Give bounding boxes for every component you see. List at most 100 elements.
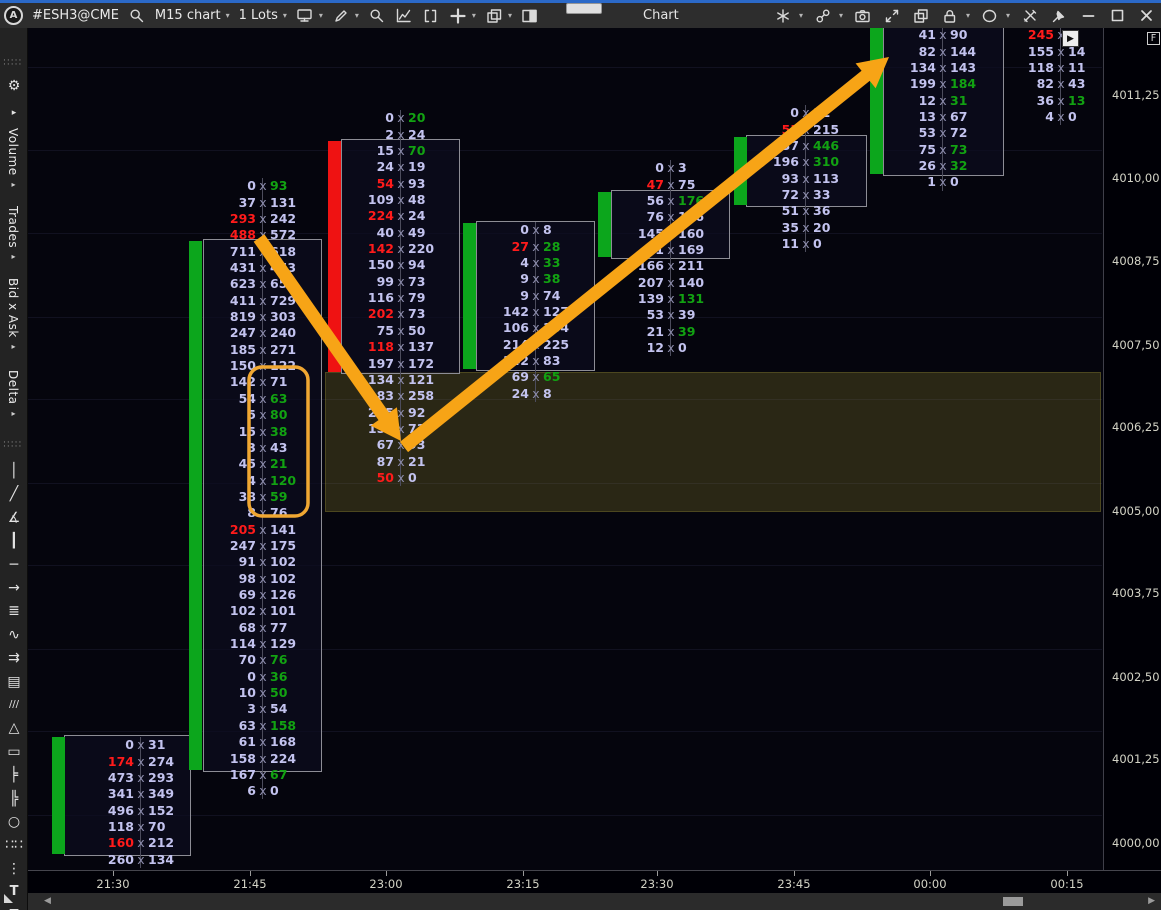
- scroll-right-icon[interactable]: ▶: [1148, 896, 1155, 906]
- footprint-cell: 183x258: [348, 388, 454, 405]
- bid-value: 160: [88, 837, 134, 850]
- bid-value: 197: [348, 358, 394, 371]
- footprint-cell: 134x121: [348, 372, 454, 389]
- bid-value: 205: [210, 524, 256, 537]
- bid-ask-separator: x: [394, 194, 408, 207]
- monitor-icon[interactable]: [296, 7, 314, 25]
- panel-layout-icon[interactable]: [521, 7, 539, 25]
- time-tick: [794, 871, 795, 876]
- chevron-down-icon[interactable]: ▾: [472, 11, 476, 20]
- bid-ask-separator: x: [664, 309, 678, 322]
- volume-profile-tool[interactable]: ╞: [0, 768, 28, 782]
- ruler-tool[interactable]: ▤: [0, 675, 28, 689]
- flag-indicator[interactable]: F: [1147, 32, 1160, 45]
- maximize-button[interactable]: [1108, 7, 1126, 25]
- bid-value: 9: [483, 290, 529, 303]
- time-axis[interactable]: 21:3021:4523:0023:1523:3023:4500:0000:15: [28, 870, 1161, 893]
- footprint-cell: 8x76: [210, 505, 316, 522]
- chevron-down-icon[interactable]: ▾: [283, 11, 287, 20]
- chevron-down-icon[interactable]: ▾: [839, 11, 843, 20]
- chevron-down-icon[interactable]: ▾: [355, 11, 359, 20]
- ask-value: 14: [1068, 46, 1100, 59]
- footprint-cell: 12x31: [890, 92, 998, 109]
- chevron-down-icon[interactable]: ▾: [319, 11, 323, 20]
- bid-value: 54: [210, 393, 256, 406]
- dots-grid-handle[interactable]: ∷∷: [0, 838, 28, 852]
- bid-ask-separator: x: [394, 472, 408, 485]
- sidebar-corner-handle[interactable]: [4, 894, 13, 903]
- sidebar-grip-handle[interactable]: ··········: [3, 441, 22, 449]
- curve-tool[interactable]: ∿: [0, 628, 28, 642]
- chevron-down-icon[interactable]: ▾: [1006, 11, 1010, 20]
- line-chart-icon[interactable]: [395, 7, 413, 25]
- crosshair-icon[interactable]: [774, 7, 792, 25]
- bid-value: 5: [210, 409, 256, 422]
- link-icon[interactable]: [814, 7, 832, 25]
- lots-selector[interactable]: 1 Lots: [239, 8, 278, 23]
- chevron-down-icon[interactable]: ▾: [799, 11, 803, 20]
- bid-ask-separator: x: [256, 703, 270, 716]
- zoom-icon[interactable]: [368, 7, 386, 25]
- footprint-cell: 114x129: [210, 636, 316, 653]
- bid-value: 47: [618, 179, 664, 192]
- diagonal-line-tool[interactable]: ╱: [0, 487, 28, 501]
- pencil-icon[interactable]: [332, 7, 350, 25]
- footprint-cell: 11x0: [753, 236, 861, 253]
- footprint-cell: 160x212: [88, 835, 186, 852]
- copy-icon[interactable]: [912, 7, 930, 25]
- ask-value: 39: [678, 309, 724, 322]
- ray-tool[interactable]: ┃: [0, 534, 28, 548]
- horizontal-scrollbar[interactable]: ◀ ▶: [28, 893, 1161, 910]
- symbol-selector[interactable]: #ESH3@CME: [32, 8, 119, 23]
- bid-ask-separator: x: [529, 339, 543, 352]
- close-button[interactable]: [1137, 7, 1155, 25]
- app-logo-icon[interactable]: A: [4, 6, 23, 25]
- ellipse-tool[interactable]: ○: [0, 815, 28, 829]
- minimize-button[interactable]: [1079, 7, 1097, 25]
- timeframe-selector[interactable]: M15 chart: [155, 8, 221, 23]
- vertical-line-tool[interactable]: │: [0, 464, 28, 478]
- lock-icon[interactable]: [941, 7, 959, 25]
- pin-icon[interactable]: [1050, 7, 1068, 25]
- add-icon[interactable]: [449, 7, 467, 25]
- layers-icon[interactable]: [485, 7, 503, 25]
- range-profile-tool[interactable]: ╠: [0, 792, 28, 806]
- scroll-left-icon[interactable]: ◀: [44, 896, 51, 906]
- bid-value: 3: [210, 703, 256, 716]
- camera-icon[interactable]: [854, 7, 872, 25]
- scrollbar-thumb[interactable]: [1003, 897, 1023, 906]
- rectangle-tool[interactable]: ▭: [0, 745, 28, 759]
- chevron-down-icon[interactable]: ▾: [966, 11, 970, 20]
- fullscreen-icon[interactable]: [883, 7, 901, 25]
- sidebar-panel-delta[interactable]: Delta▸: [6, 370, 20, 418]
- sidebar-grip-handle[interactable]: ··········: [3, 59, 22, 67]
- sidebar-panel-bid-x-ask[interactable]: Bid x Ask▸: [6, 278, 20, 351]
- ellipse-shape-icon[interactable]: [981, 7, 999, 25]
- bid-value: 142: [483, 306, 529, 319]
- arrows-mark-tool[interactable]: ⇉: [0, 651, 28, 665]
- tools-icon[interactable]: [1021, 7, 1039, 25]
- levels-tool[interactable]: ≣: [0, 604, 28, 618]
- window-drag-pill[interactable]: [566, 3, 602, 14]
- bid-ask-separator: x: [529, 290, 543, 303]
- horizontal-line-tool[interactable]: ─: [0, 558, 28, 572]
- arrow-tool[interactable]: →: [0, 581, 28, 595]
- triangle-tool[interactable]: △: [0, 721, 28, 735]
- angle-tool[interactable]: ∡: [0, 511, 28, 525]
- price-label: 4005,00: [1112, 504, 1160, 518]
- price-axis[interactable]: F 4011,254010,004008,754007,504006,25400…: [1103, 28, 1161, 870]
- dots-vertical-handle[interactable]: ⋮: [0, 862, 28, 876]
- ask-value: 258: [408, 390, 454, 403]
- parallel-lines-tool[interactable]: ///: [0, 698, 28, 712]
- bid-value: 68: [210, 622, 256, 635]
- chevron-down-icon[interactable]: ▾: [226, 11, 230, 20]
- search-icon[interactable]: [128, 7, 146, 25]
- chevron-down-icon[interactable]: ▾: [508, 11, 512, 20]
- bid-ask-separator: x: [394, 292, 408, 305]
- sidebar-panel-trades[interactable]: Trades▸: [6, 206, 20, 262]
- sidebar-expand-icon[interactable]: ▸: [0, 106, 28, 120]
- settings-gear-icon[interactable]: ⚙: [0, 79, 28, 93]
- time-label: 23:30: [629, 877, 685, 891]
- sidebar-panel-volume[interactable]: Volume▸: [6, 128, 20, 189]
- object-brackets-icon[interactable]: [422, 7, 440, 25]
